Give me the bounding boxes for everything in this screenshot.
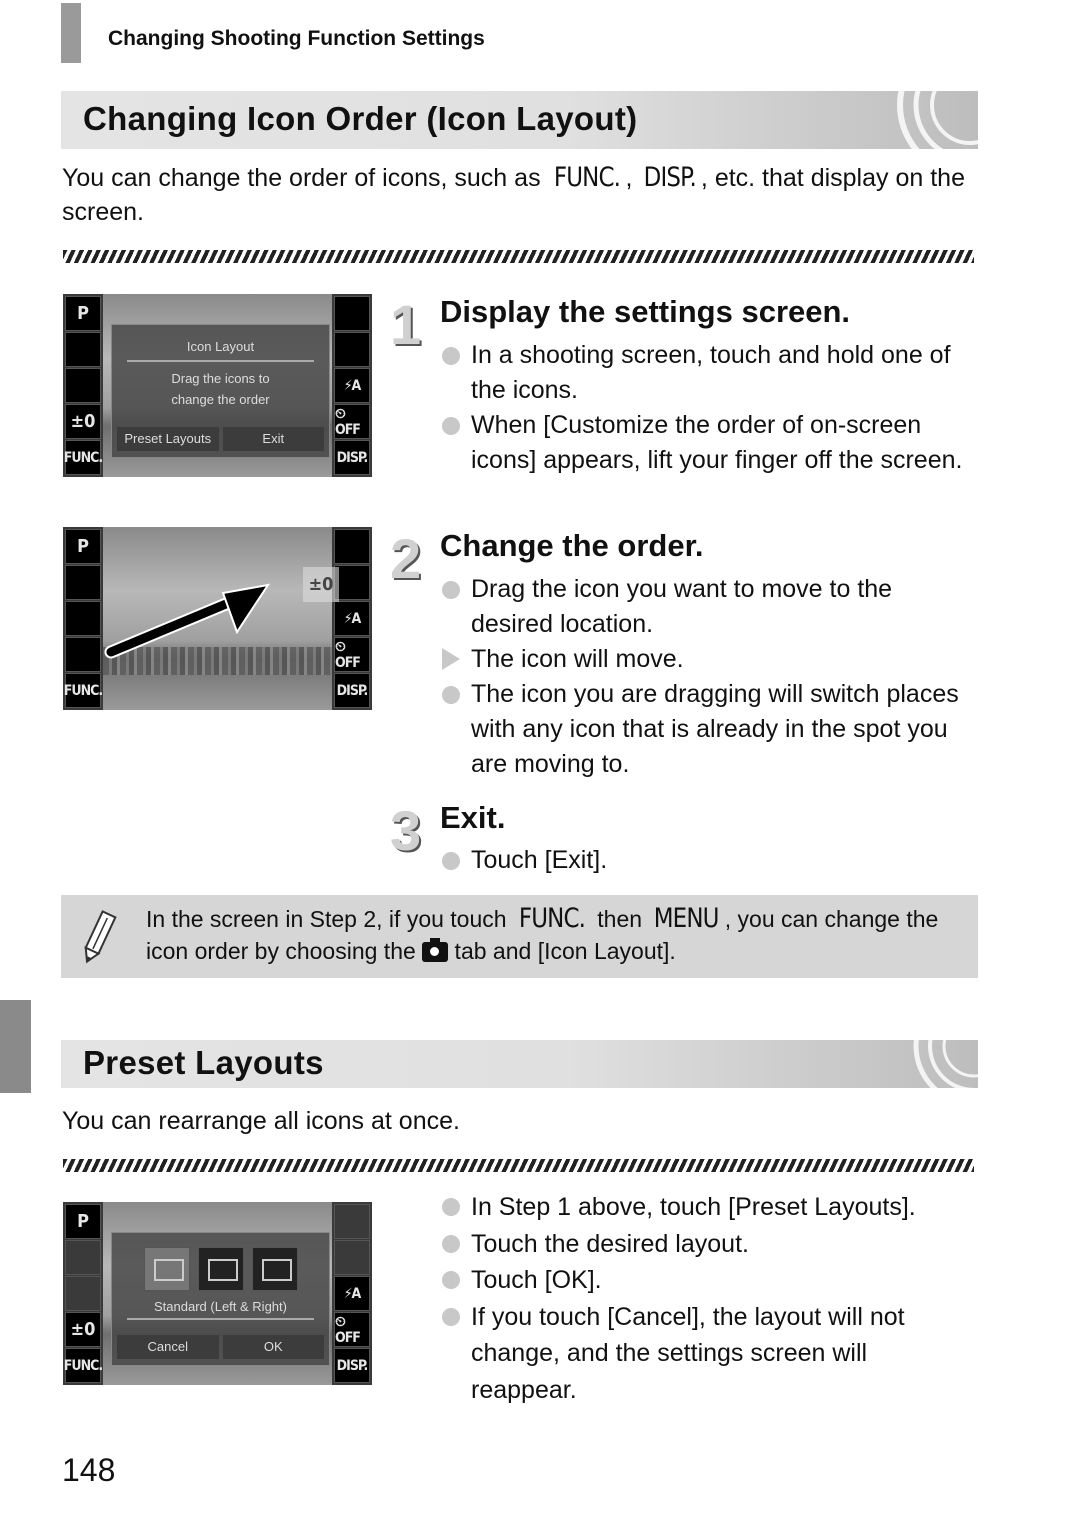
bullet-item: Touch [Exit].: [440, 843, 970, 878]
bullet-item: Drag the icon you want to move to the de…: [440, 572, 970, 642]
empty-slot: [334, 1240, 370, 1275]
empty-slot: [334, 296, 370, 331]
note-box: In the screen in Step 2, if you touch FU…: [61, 895, 978, 978]
step-number-2: 2: [390, 527, 422, 590]
dialog-message-line: Drag the icons to: [171, 371, 270, 386]
decorative-swirl-icon: [913, 1040, 978, 1088]
empty-slot: [334, 332, 370, 367]
step-number-1: 1: [390, 293, 422, 356]
bullet-text: The icon will move.: [471, 645, 684, 673]
note-text: In the screen in Step 2, if you touch FU…: [146, 903, 971, 967]
bullet-item: In a shooting screen, touch and hold one…: [440, 338, 970, 408]
exposure-comp-icon: ±0: [65, 1312, 101, 1347]
preset-bullets: In Step 1 above, touch [Preset Layouts].…: [440, 1189, 975, 1408]
bullet-text: Drag the icon you want to move to the de…: [471, 575, 893, 638]
step-title: Exit.: [440, 800, 506, 835]
section-title: Changing Icon Order (Icon Layout): [83, 100, 638, 137]
page-number: 148: [62, 1452, 116, 1488]
note-text-part: In the screen in Step 2, if you touch: [146, 906, 513, 932]
section-heading-icon-layout: Changing Icon Order (Icon Layout): [61, 91, 978, 149]
camera-screen-drag: P FUNC. ⚡A ⏲OFF DISP. ±0: [63, 527, 372, 710]
ok-button: OK: [222, 1335, 324, 1359]
self-timer-off-icon: ⏲OFF: [334, 1312, 370, 1347]
camera-screen-preset: P ±0 FUNC. ⚡A ⏲OFF DISP. Standard (Left …: [63, 1202, 372, 1385]
hatch-divider: [63, 1159, 974, 1172]
layout-standard-icon: [143, 1247, 190, 1291]
bullet-text: When [Customize the order of on-screen i…: [471, 411, 963, 474]
exposure-comp-icon: ±0: [65, 404, 101, 439]
intro-sep: ,: [625, 164, 640, 192]
bullet-item: Touch the desired layout.: [440, 1226, 975, 1263]
drag-arrow-icon: [104, 583, 271, 659]
func-keyword: FUNC.: [553, 162, 620, 193]
running-title: Changing Shooting Function Settings: [108, 27, 485, 50]
empty-slot: [65, 368, 101, 403]
mode-p-icon: P: [65, 296, 101, 331]
bullet-text: In Step 1 above, touch [Preset Layouts].: [471, 1193, 916, 1221]
header-bar: [61, 3, 81, 63]
preset-layouts-dialog: Standard (Left & Right) Cancel OK: [111, 1232, 330, 1366]
result-item: The icon will move.: [440, 642, 970, 677]
bullet-item: In Step 1 above, touch [Preset Layouts].: [440, 1189, 975, 1226]
bullet-item: Touch [OK].: [440, 1262, 975, 1299]
step-title: Display the settings screen.: [440, 294, 851, 329]
disp-keyword: DISP.: [643, 162, 697, 193]
pencil-icon: [84, 910, 117, 964]
bullet-item: The icon you are dragging will switch pl…: [440, 677, 970, 782]
chapter-side-tab: [0, 1000, 31, 1093]
note-text-part: then: [590, 906, 649, 932]
menu-keyword: MENU: [654, 903, 720, 934]
mode-p-icon: P: [65, 1204, 101, 1239]
empty-slot: [65, 1276, 101, 1311]
bullet-text: If you touch [Cancel], the layout will n…: [471, 1302, 905, 1404]
hatch-divider: [63, 250, 974, 263]
intro-text: You can change the order of icons, such …: [62, 164, 548, 192]
dialog-message-line: change the order: [171, 392, 270, 407]
empty-slot: [334, 1204, 370, 1239]
bullet-item: When [Customize the order of on-screen i…: [440, 408, 970, 478]
func-icon: FUNC.: [64, 1348, 103, 1383]
step-3-bullets: Touch [Exit].: [440, 843, 970, 878]
section-intro: You can rearrange all icons at once.: [62, 1107, 460, 1135]
empty-slot: [65, 1240, 101, 1275]
dialog-title: Icon Layout: [186, 339, 255, 354]
flash-auto-icon: ⚡A: [334, 368, 370, 403]
flash-auto-icon: ⚡A: [334, 1276, 370, 1311]
step-2-bullets: Drag the icon you want to move to the de…: [440, 572, 970, 782]
icon-layout-dialog: Icon Layout Drag the icons to change the…: [111, 324, 330, 458]
note-text-part: tab and [Icon Layout].: [448, 938, 676, 964]
self-timer-off-icon: ⏲OFF: [334, 404, 370, 439]
camera-screen-settings: P ±0 FUNC. ⚡A ⏲OFF DISP. Icon Layout Dra…: [63, 294, 372, 477]
layout-right-icon: [197, 1247, 244, 1291]
step-title: Change the order.: [440, 528, 704, 563]
bullet-text: Touch [Exit].: [471, 846, 608, 874]
cancel-button: Cancel: [117, 1335, 219, 1359]
bullet-text: Touch [OK].: [471, 1266, 602, 1294]
camera-tab-icon: [422, 938, 449, 962]
bullet-text: The icon you are dragging will switch pl…: [471, 680, 959, 778]
section-heading-preset-layouts: Preset Layouts: [61, 1040, 978, 1088]
bullet-text: Touch the desired layout.: [471, 1229, 749, 1258]
section-title: Preset Layouts: [83, 1044, 324, 1081]
step-1-bullets: In a shooting screen, touch and hold one…: [440, 338, 970, 478]
empty-slot: [65, 332, 101, 367]
disp-icon: DISP.: [334, 440, 370, 475]
step-number-3: 3: [390, 799, 422, 862]
exit-button: Exit: [222, 427, 324, 451]
layout-label: Standard (Left & Right): [154, 1299, 287, 1314]
func-keyword: FUNC.: [518, 903, 586, 934]
bullet-item: If you touch [Cancel], the layout will n…: [440, 1299, 975, 1409]
func-icon: FUNC.: [64, 440, 103, 475]
bullet-text: In a shooting screen, touch and hold one…: [471, 341, 951, 404]
decorative-swirl-icon: [897, 91, 978, 149]
section-intro: You can change the order of icons, such …: [62, 161, 972, 229]
dialog-message: Drag the icons to change the order: [112, 368, 329, 410]
disp-icon: DISP.: [334, 1348, 370, 1383]
preset-layouts-button: Preset Layouts: [117, 427, 219, 451]
layout-left-icon: [251, 1247, 298, 1291]
